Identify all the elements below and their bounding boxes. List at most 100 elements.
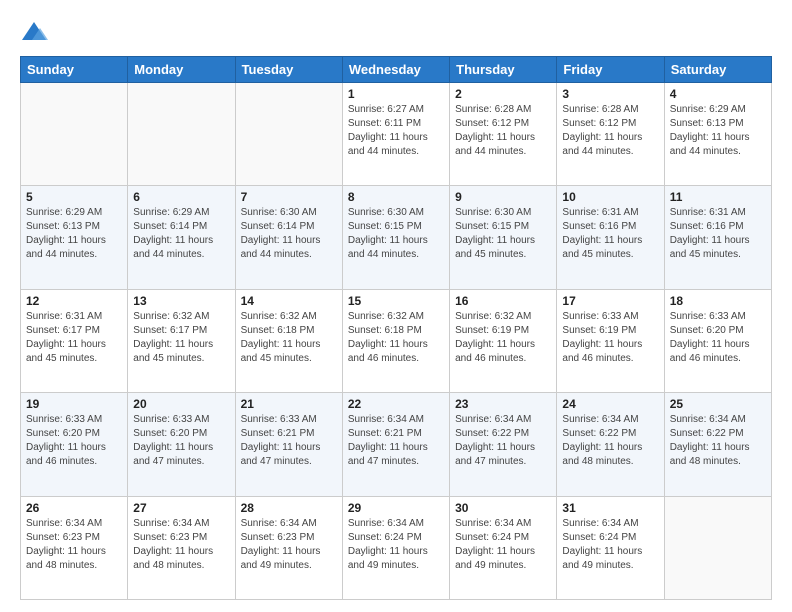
calendar-cell: 1Sunrise: 6:27 AMSunset: 6:11 PMDaylight… [342,83,449,186]
col-header-friday: Friday [557,57,664,83]
day-info: Sunrise: 6:31 AMSunset: 6:16 PMDaylight:… [670,206,766,262]
calendar-cell [235,83,342,186]
col-header-sunday: Sunday [21,57,128,83]
col-header-tuesday: Tuesday [235,57,342,83]
day-number: 2 [455,87,551,101]
calendar-week-4: 26 Sunrise: 6:34 AMSunset: 6:23 PMDayligh… [21,496,772,599]
col-header-thursday: Thursday [450,57,557,83]
calendar-cell [128,83,235,186]
day-number: 3 [562,87,658,101]
day-number: 23 [455,397,551,411]
day-info: Sunrise: 6:34 AMSunset: 6:22 PMDaylight:… [562,413,658,469]
calendar-cell: 28 Sunrise: 6:34 AMSunset: 6:23 PMDayligh… [235,496,342,599]
calendar-cell: 20 Sunrise: 6:33 AMSunset: 6:20 PMDayligh… [128,393,235,496]
day-number: 12 [26,294,122,308]
day-info: Sunrise: 6:32 AMSunset: 6:19 PMDaylight:… [455,310,551,366]
day-number: 30 [455,501,551,515]
day-info: Sunrise: 6:30 AMSunset: 6:14 PMDaylight:… [241,206,337,262]
calendar-cell: 4 Sunrise: 6:29 AMSunset: 6:13 PMDaylight… [664,83,771,186]
day-number: 13 [133,294,229,308]
calendar-cell: 12 Sunrise: 6:31 AMSunset: 6:17 PMDayligh… [21,289,128,392]
day-info: Sunrise: 6:30 AMSunset: 6:15 PMDaylight:… [455,206,551,262]
day-number: 19 [26,397,122,411]
day-number: 28 [241,501,337,515]
calendar-cell: 23 Sunrise: 6:34 AMSunset: 6:22 PMDayligh… [450,393,557,496]
day-info: Sunrise: 6:34 AMSunset: 6:24 PMDaylight:… [562,517,658,573]
day-info: Sunrise: 6:29 AMSunset: 6:14 PMDaylight:… [133,206,229,262]
day-info: Sunrise: 6:33 AMSunset: 6:20 PMDaylight:… [133,413,229,469]
day-number: 24 [562,397,658,411]
calendar-cell: 14 Sunrise: 6:32 AMSunset: 6:18 PMDayligh… [235,289,342,392]
day-info: Sunrise: 6:34 AMSunset: 6:21 PMDaylight:… [348,413,444,469]
day-info: Sunrise: 6:33 AMSunset: 6:19 PMDaylight:… [562,310,658,366]
calendar-cell: 7Sunrise: 6:30 AMSunset: 6:14 PMDaylight… [235,186,342,289]
day-number: 18 [670,294,766,308]
day-number: 25 [670,397,766,411]
day-number: 27 [133,501,229,515]
day-info: Sunrise: 6:31 AMSunset: 6:17 PMDaylight:… [26,310,122,366]
day-info: Sunrise: 6:34 AMSunset: 6:22 PMDaylight:… [455,413,551,469]
day-number: 26 [26,501,122,515]
calendar-week-2: 12 Sunrise: 6:31 AMSunset: 6:17 PMDayligh… [21,289,772,392]
logo [20,18,52,46]
day-number: 16 [455,294,551,308]
day-number: 10 [562,190,658,204]
calendar-cell: 27 Sunrise: 6:34 AMSunset: 6:23 PMDayligh… [128,496,235,599]
calendar-cell: 15 Sunrise: 6:32 AMSunset: 6:18 PMDayligh… [342,289,449,392]
calendar-cell: 18 Sunrise: 6:33 AMSunset: 6:20 PMDayligh… [664,289,771,392]
logo-icon [20,18,48,46]
calendar-header-row: SundayMondayTuesdayWednesdayThursdayFrid… [21,57,772,83]
calendar-cell [664,496,771,599]
calendar-week-1: 5Sunrise: 6:29 AMSunset: 6:13 PMDaylight… [21,186,772,289]
day-info: Sunrise: 6:32 AMSunset: 6:18 PMDaylight:… [241,310,337,366]
calendar-cell: 25Sunrise: 6:34 AMSunset: 6:22 PMDayligh… [664,393,771,496]
calendar-cell: 11 Sunrise: 6:31 AMSunset: 6:16 PMDayligh… [664,186,771,289]
col-header-saturday: Saturday [664,57,771,83]
day-number: 9 [455,190,551,204]
day-number: 21 [241,397,337,411]
day-info: Sunrise: 6:34 AMSunset: 6:23 PMDaylight:… [26,517,122,573]
day-number: 20 [133,397,229,411]
calendar-cell: 26 Sunrise: 6:34 AMSunset: 6:23 PMDayligh… [21,496,128,599]
calendar-cell: 8Sunrise: 6:30 AMSunset: 6:15 PMDaylight… [342,186,449,289]
calendar-cell: 16 Sunrise: 6:32 AMSunset: 6:19 PMDayligh… [450,289,557,392]
calendar-cell: 5Sunrise: 6:29 AMSunset: 6:13 PMDaylight… [21,186,128,289]
day-number: 8 [348,190,444,204]
day-number: 31 [562,501,658,515]
day-info: Sunrise: 6:33 AMSunset: 6:21 PMDaylight:… [241,413,337,469]
calendar-cell: 31 Sunrise: 6:34 AMSunset: 6:24 PMDayligh… [557,496,664,599]
calendar-cell: 2 Sunrise: 6:28 AMSunset: 6:12 PMDaylight… [450,83,557,186]
calendar-week-0: 1Sunrise: 6:27 AMSunset: 6:11 PMDaylight… [21,83,772,186]
day-number: 22 [348,397,444,411]
day-number: 29 [348,501,444,515]
calendar-cell: 21 Sunrise: 6:33 AMSunset: 6:21 PMDayligh… [235,393,342,496]
page: SundayMondayTuesdayWednesdayThursdayFrid… [0,0,792,612]
day-number: 17 [562,294,658,308]
calendar-cell: 29 Sunrise: 6:34 AMSunset: 6:24 PMDayligh… [342,496,449,599]
day-number: 11 [670,190,766,204]
calendar-cell: 10 Sunrise: 6:31 AMSunset: 6:16 PMDayligh… [557,186,664,289]
day-info: Sunrise: 6:34 AMSunset: 6:24 PMDaylight:… [455,517,551,573]
day-number: 1 [348,87,444,101]
col-header-wednesday: Wednesday [342,57,449,83]
day-info: Sunrise: 6:34 AMSunset: 6:24 PMDaylight:… [348,517,444,573]
day-info: Sunrise: 6:33 AMSunset: 6:20 PMDaylight:… [670,310,766,366]
calendar-cell: 22 Sunrise: 6:34 AMSunset: 6:21 PMDayligh… [342,393,449,496]
day-number: 5 [26,190,122,204]
day-info: Sunrise: 6:29 AMSunset: 6:13 PMDaylight:… [670,103,766,159]
day-number: 6 [133,190,229,204]
day-info: Sunrise: 6:32 AMSunset: 6:18 PMDaylight:… [348,310,444,366]
day-number: 14 [241,294,337,308]
day-info: Sunrise: 6:34 AMSunset: 6:23 PMDaylight:… [133,517,229,573]
day-number: 4 [670,87,766,101]
day-info: Sunrise: 6:34 AMSunset: 6:23 PMDaylight:… [241,517,337,573]
day-info: Sunrise: 6:33 AMSunset: 6:20 PMDaylight:… [26,413,122,469]
day-info: Sunrise: 6:31 AMSunset: 6:16 PMDaylight:… [562,206,658,262]
day-info: Sunrise: 6:28 AMSunset: 6:12 PMDaylight:… [562,103,658,159]
calendar-cell: 3 Sunrise: 6:28 AMSunset: 6:12 PMDaylight… [557,83,664,186]
calendar-cell: 13Sunrise: 6:32 AMSunset: 6:17 PMDayligh… [128,289,235,392]
day-info: Sunrise: 6:28 AMSunset: 6:12 PMDaylight:… [455,103,551,159]
calendar-table: SundayMondayTuesdayWednesdayThursdayFrid… [20,56,772,600]
day-number: 15 [348,294,444,308]
col-header-monday: Monday [128,57,235,83]
